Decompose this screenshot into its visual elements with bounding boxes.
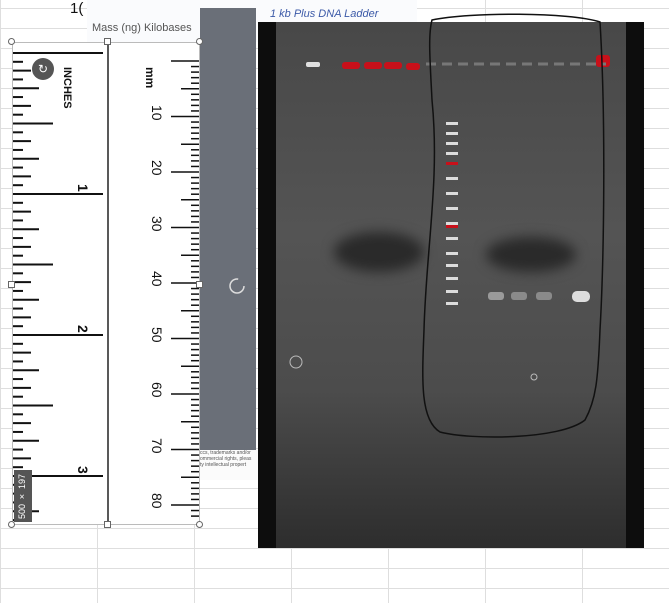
ruler-graphic: [13, 43, 199, 524]
resize-handle-top-right[interactable]: [196, 38, 203, 45]
gel-image[interactable]: [258, 22, 644, 548]
ladder-title: 1 kb Plus DNA Ladder: [270, 8, 379, 20]
mm-tick-label: 20: [149, 160, 165, 176]
resize-handle-top-left[interactable]: [8, 38, 15, 45]
inch-tick-label: 1: [75, 184, 91, 192]
size-badge: 500 × 197: [14, 470, 32, 522]
spinner-icon: [229, 278, 245, 294]
mm-tick-label: 30: [149, 215, 165, 232]
ladder-footer-text: ccs, trademarks and/or ommercial rights,…: [200, 450, 260, 480]
inch-tick-label: 3: [75, 466, 91, 474]
gel-lanes: [289, 62, 606, 381]
mm-tick-label: 60: [149, 382, 165, 398]
size-badge-text: 500 × 197: [17, 474, 27, 520]
mm-tick-label: 70: [149, 437, 165, 454]
inch-tick-label: 2: [75, 325, 91, 333]
mm-units-label: mm: [143, 67, 157, 89]
gel-background: [276, 22, 626, 548]
resize-handle-left[interactable]: [8, 281, 15, 288]
resize-handle-right[interactable]: [196, 281, 203, 288]
ladder-marker-photo[interactable]: [200, 8, 445, 478]
mm-tick-label: 80: [149, 493, 165, 509]
mm-tick-label: 50: [149, 326, 165, 343]
ladder-mass-header: Mass (ng) Kilobases: [92, 22, 192, 34]
inches-label: INCHES: [61, 67, 73, 109]
mm-tick-label: 10: [149, 104, 165, 121]
resize-handle-bottom-right[interactable]: [196, 521, 203, 528]
footer-line: ty intellectual propert: [200, 462, 247, 468]
resize-handle-bottom[interactable]: [104, 521, 111, 528]
resize-handle-bottom-left[interactable]: [8, 521, 15, 528]
rotate-icon[interactable]: ↻: [32, 58, 54, 80]
mm-tick-label: 40: [149, 271, 165, 287]
cell-text: 1(: [70, 0, 84, 17]
resize-handle-top[interactable]: [104, 38, 111, 45]
ruler-image[interactable]: INCHES mm 10 20 30 40 50 60 70 80 1 2 3: [12, 42, 200, 525]
